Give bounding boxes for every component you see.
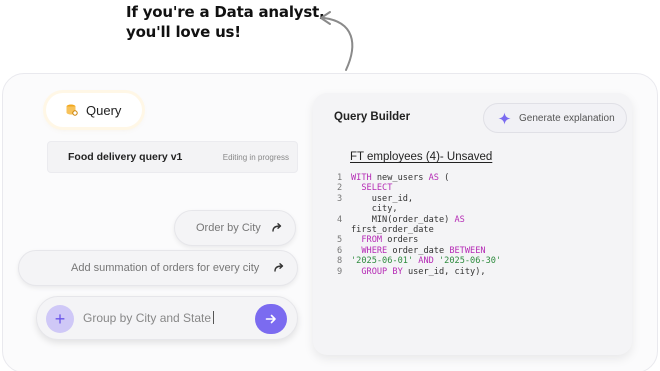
saved-query-status: Editing in progress [222,152,289,162]
tagline: If you're a Data analyst, you'll love us… [126,2,325,42]
redo-arrow-icon [274,263,284,272]
query-tab[interactable]: Query [46,93,142,127]
line-number: 4 [337,214,343,225]
code-text: user_id, [351,194,413,204]
code-text: FROM orders [351,235,418,245]
code-line: 5 FROM orders [337,235,501,245]
sql-keyword: AS [428,173,439,183]
send-button[interactable] [255,304,287,334]
code-text: GROUP BY user_id, city), [351,266,486,277]
prompt-input-value: Group by City and State [83,311,212,325]
code-line: 8 '2025-06-01' AND '2025-06-30' [337,256,501,266]
tagline-line-2: you'll love us! [126,23,241,41]
code-text: WHERE order_date BETWEEN [351,245,486,256]
sql-code-editor[interactable]: 1 WITH new_users AS (2 SELECT 3 user_id, c… [337,173,501,277]
sql-keyword: BETWEEN [449,245,486,256]
curved-arrow-icon [320,11,354,71]
line-number: 6 [337,245,343,256]
line-number [337,204,351,214]
code-line: 9 GROUP BY user_id, city), [337,267,501,277]
sql-keyword: WHERE [361,245,388,256]
code-line: first_order_date [337,225,501,235]
sql-string: '2025-06-30' [439,256,502,267]
code-text: WITH new_users AS ( [351,173,449,183]
sql-keyword: WITH [351,173,372,183]
code-text: SELECT [351,183,392,193]
suggestion-chip[interactable]: Add summation of orders for every city [18,250,298,286]
database-search-icon [66,104,78,116]
sql-keyword: AS [454,214,465,225]
text-caret [213,311,215,324]
code-line: 2 SELECT [337,183,501,193]
generate-explanation-button[interactable]: Generate explanation [483,103,627,133]
line-number: 2 [337,183,343,194]
sql-keyword: AND [418,256,434,267]
tagline-line-1: If you're a Data analyst, [126,3,325,21]
code-text: '2025-06-01' AND '2025-06-30' [351,256,501,266]
code-token: MIN(order_date) [351,214,455,225]
code-line: 6 WHERE order_date BETWEEN [337,246,501,256]
code-line: 4 MIN(order_date) AS [337,215,501,225]
code-line: city, [337,204,501,214]
sql-keyword: GROUP BY [361,266,403,277]
code-text: MIN(order_date) AS [351,215,465,225]
code-line: 1 WITH new_users AS ( [337,173,501,183]
suggestion-chip[interactable]: Order by City [174,210,296,246]
code-text: city, [351,204,398,214]
line-number: 9 [337,266,343,277]
sql-string: '2025-06-01' [351,256,414,267]
code-token: order_date [387,245,450,256]
generate-explanation-label: Generate explanation [519,112,615,124]
redo-arrow-icon [272,223,282,232]
code-text: first_order_date [351,225,434,235]
code-token: orders [382,235,419,246]
line-number: 1 [337,173,343,183]
code-line: 3 user_id, [337,194,501,204]
prompt-input[interactable]: Group by City and State [83,311,215,325]
sql-keyword: SELECT [361,183,393,194]
code-token: first_order_date [351,225,434,236]
arrow-right-icon [265,314,276,324]
prompt-input-bar: + Group by City and State [36,296,298,340]
code-token: new_users [371,173,429,183]
saved-query-title: Food delivery query v1 [68,151,183,163]
sparkle-icon [498,111,511,125]
code-token: city, [351,204,398,215]
code-token: user_id, [351,193,414,204]
add-button[interactable]: + [46,305,74,333]
query-builder-panel: Query Builder Generate explanation FT em… [313,93,632,355]
line-number: 5 [337,235,343,246]
suggestion-label: Add summation of orders for every city [71,262,260,274]
suggestion-label: Order by City [196,222,261,234]
line-number [337,225,351,235]
code-token: ( [438,173,450,183]
sql-keyword: FROM [361,235,383,246]
line-number: 3 [337,193,343,204]
query-tab-label: Query [86,102,122,118]
plus-icon: + [54,309,66,329]
saved-query-row[interactable]: Food delivery query v1 Editing in progre… [47,141,298,173]
line-number: 8 [337,256,343,267]
code-token: user_id, city), [402,266,486,277]
query-builder-title: Query Builder [334,111,411,123]
document-title[interactable]: FT employees (4)- Unsaved [350,151,492,163]
